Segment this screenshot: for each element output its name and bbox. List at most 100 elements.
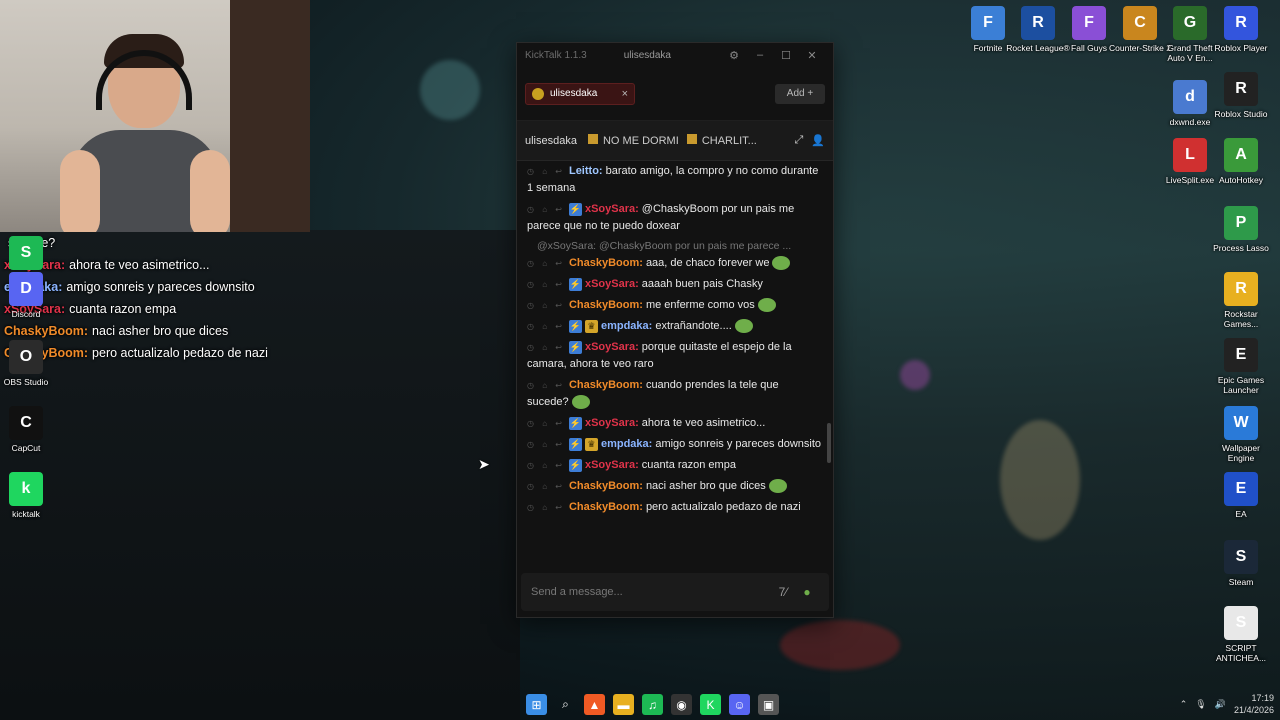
- desktop-icon-top-5[interactable]: R Roblox Player: [1209, 6, 1273, 53]
- message-actions-icon[interactable]: ◷ ⌂ ↩: [527, 461, 565, 470]
- title-bar[interactable]: KickTalk 1.1.3 ulisesdaka ⚙ – ☐ ✕: [517, 43, 833, 67]
- close-button[interactable]: ✕: [799, 49, 825, 62]
- message-username[interactable]: xSoySara:: [585, 341, 639, 353]
- mic-icon[interactable]: 🎙: [1195, 699, 1206, 710]
- desktop-icon-left-4[interactable]: k kicktalk: [0, 472, 58, 519]
- right-4-icon: P: [1224, 206, 1258, 240]
- clock-date: 21/4/2026: [1233, 705, 1274, 715]
- message-username[interactable]: empdaka:: [601, 320, 652, 332]
- chat-message[interactable]: ◷ ⌂ ↩ ChaskyBoom: pero actualizalo pedazo …: [527, 497, 823, 518]
- message-username[interactable]: empdaka:: [601, 438, 652, 450]
- desktop-icon-left-1[interactable]: D Discord: [0, 272, 58, 319]
- folder-icon[interactable]: ▬: [613, 694, 634, 715]
- tab-ulisesdaka[interactable]: ulisesdaka ×: [525, 82, 635, 105]
- kicktalk-icon[interactable]: K: [700, 694, 721, 715]
- emote-picker-icon[interactable]: ●: [795, 585, 819, 599]
- desktop-icon-right-3[interactable]: A AutoHotkey: [1209, 138, 1273, 185]
- discord-icon[interactable]: ☺: [729, 694, 750, 715]
- chat-message[interactable]: ◷ ⌂ ↩ ⚡ xSoySara: porque quitaste el espejo…: [527, 337, 823, 375]
- top-2-icon: F: [1072, 6, 1106, 40]
- chat-message[interactable]: ◷ ⌂ ↩ Leitto: barato amigo, la compro y no…: [527, 161, 823, 199]
- windows-icon[interactable]: ⊞: [526, 694, 547, 715]
- chat-message[interactable]: ◷ ⌂ ↩ ⚡ xSoySara: cuanta razon empa: [527, 455, 823, 476]
- message-actions-icon[interactable]: ◷ ⌂ ↩: [527, 440, 565, 449]
- desktop-icon-right-9[interactable]: S Steam: [1209, 540, 1273, 587]
- message-username[interactable]: ChaskyBoom:: [569, 501, 643, 513]
- message-input-bar: 7⁄ ●: [521, 573, 829, 611]
- message-actions-icon[interactable]: ◷ ⌂ ↩: [527, 419, 565, 428]
- close-tab-icon[interactable]: ×: [622, 88, 628, 100]
- chat-scrollbar[interactable]: [827, 423, 831, 463]
- maximize-button[interactable]: ☐: [773, 49, 799, 62]
- message-actions-icon[interactable]: ◷ ⌂ ↩: [527, 280, 565, 289]
- right-0-icon: R: [1224, 72, 1258, 106]
- message-username[interactable]: ChaskyBoom:: [569, 299, 643, 311]
- crown-badge-icon: ♛: [584, 437, 598, 451]
- chat-message[interactable]: ◷ ⌂ ↩ ChaskyBoom: aaa, de chaco forever we: [527, 253, 823, 274]
- top-0-icon: F: [971, 6, 1005, 40]
- desktop-icon-label: OBS Studio: [3, 377, 49, 387]
- volume-icon[interactable]: 🔊: [1215, 699, 1226, 710]
- chat-messages[interactable]: ◷ ⌂ ↩ Leitto: barato amigo, la compro y no…: [517, 161, 833, 571]
- message-actions-icon[interactable]: ◷ ⌂ ↩: [527, 205, 565, 214]
- chat-message[interactable]: ◷ ⌂ ↩ ChaskyBoom: naci asher bro que dices: [527, 476, 823, 497]
- desktop-icon-left-3[interactable]: C CapCut: [0, 406, 58, 453]
- message-text: naci asher bro que dices: [645, 480, 766, 492]
- message-username[interactable]: xSoySara:: [585, 459, 639, 471]
- top-3-icon: C: [1123, 6, 1157, 40]
- overlay-username: ChaskyBoom:: [4, 324, 89, 338]
- chat-message[interactable]: ◷ ⌂ ↩ ⚡ xSoySara: ahora te veo asimetrico..…: [527, 413, 823, 434]
- add-channel-button[interactable]: Add +: [775, 83, 825, 104]
- obs-icon[interactable]: ◉: [671, 694, 692, 715]
- desktop-icon-right-1[interactable]: d dxwnd.exe: [1158, 80, 1222, 127]
- desktop-icon-label: Epic Games Launcher: [1217, 375, 1265, 395]
- message-username[interactable]: Leitto:: [569, 165, 603, 177]
- overlay-text: pero actualizalo pedazo de nazi: [92, 346, 268, 360]
- chat-message[interactable]: ◷ ⌂ ↩ ⚡ ♛ empdaka: extrañandote....: [527, 316, 823, 337]
- message-actions-icon[interactable]: ◷ ⌂ ↩: [527, 343, 565, 352]
- user-icon[interactable]: 👤: [811, 134, 825, 147]
- spotify-icon[interactable]: ♫: [642, 694, 663, 715]
- popout-icon[interactable]: ⤢: [794, 134, 803, 147]
- clock[interactable]: 17:19 21/4/2026: [1234, 692, 1274, 716]
- message-actions-icon[interactable]: ◷ ⌂ ↩: [527, 503, 565, 512]
- desktop-icon-right-7[interactable]: W Wallpaper Engine: [1209, 406, 1273, 463]
- message-actions-icon[interactable]: ◷ ⌂ ↩: [527, 322, 565, 331]
- desktop-icon-right-5[interactable]: R Rockstar Games...: [1209, 272, 1273, 329]
- chat-message[interactable]: ◷ ⌂ ↩ ChaskyBoom: cuando prendes la tele q…: [527, 375, 823, 413]
- search-icon[interactable]: ⌕: [555, 694, 576, 715]
- settings-icon[interactable]: ⚙: [721, 49, 747, 62]
- chat-message[interactable]: ◷ ⌂ ↩ ⚡ ♛ empdaka: amigo sonreis y pareces d…: [527, 434, 823, 455]
- desktop-icon-right-10[interactable]: S SCRIPT ANTICHEA...: [1209, 606, 1273, 663]
- right-6-icon: E: [1224, 338, 1258, 372]
- message-username[interactable]: xSoySara:: [585, 203, 639, 215]
- app-icon[interactable]: ▣: [758, 694, 779, 715]
- desktop-icon-left-2[interactable]: O OBS Studio: [0, 340, 58, 387]
- message-username[interactable]: xSoySara:: [585, 278, 639, 290]
- desktop-icon-right-4[interactable]: P Process Lasso: [1209, 206, 1273, 253]
- message-text: amigo sonreis y pareces downsito: [655, 438, 822, 450]
- message-username[interactable]: ChaskyBoom:: [569, 480, 643, 492]
- minimize-button[interactable]: –: [747, 49, 773, 61]
- chat-message[interactable]: ◷ ⌂ ↩ ⚡ xSoySara: @ChaskyBoom por un pais m…: [527, 199, 823, 237]
- desktop-icon-right-8[interactable]: E EA: [1209, 472, 1273, 519]
- message-actions-icon[interactable]: ◷ ⌂ ↩: [527, 482, 565, 491]
- message-username[interactable]: ChaskyBoom:: [569, 379, 643, 391]
- kicktalk-icon: k: [9, 472, 43, 506]
- message-actions-icon[interactable]: ◷ ⌂ ↩: [527, 301, 565, 310]
- kicktalk-window[interactable]: KickTalk 1.1.3 ulisesdaka ⚙ – ☐ ✕ ulises…: [516, 42, 834, 618]
- chat-message[interactable]: ◷ ⌂ ↩ ChaskyBoom: me enferme como vos: [527, 295, 823, 316]
- message-username[interactable]: ChaskyBoom:: [569, 257, 643, 269]
- chevron-up-icon[interactable]: ⌃: [1180, 699, 1188, 710]
- chat-message[interactable]: ◷ ⌂ ↩ ⚡ xSoySara: aaaah buen pais Chasky: [527, 274, 823, 295]
- message-username[interactable]: xSoySara:: [585, 417, 639, 429]
- overlay-text: amigo sonreis y pareces downsito: [66, 280, 255, 294]
- desktop-icon-right-6[interactable]: E Epic Games Launcher: [1209, 338, 1273, 395]
- brave-icon[interactable]: ▲: [584, 694, 605, 715]
- message-actions-icon[interactable]: ◷ ⌂ ↩: [527, 167, 565, 176]
- translate-icon[interactable]: 7⁄: [771, 585, 795, 599]
- message-actions-icon[interactable]: ◷ ⌂ ↩: [527, 381, 565, 390]
- reply-preview[interactable]: @xSoySara: @ChaskyBoom por un pais me pa…: [527, 237, 823, 253]
- message-actions-icon[interactable]: ◷ ⌂ ↩: [527, 259, 565, 268]
- message-input[interactable]: [531, 586, 771, 598]
